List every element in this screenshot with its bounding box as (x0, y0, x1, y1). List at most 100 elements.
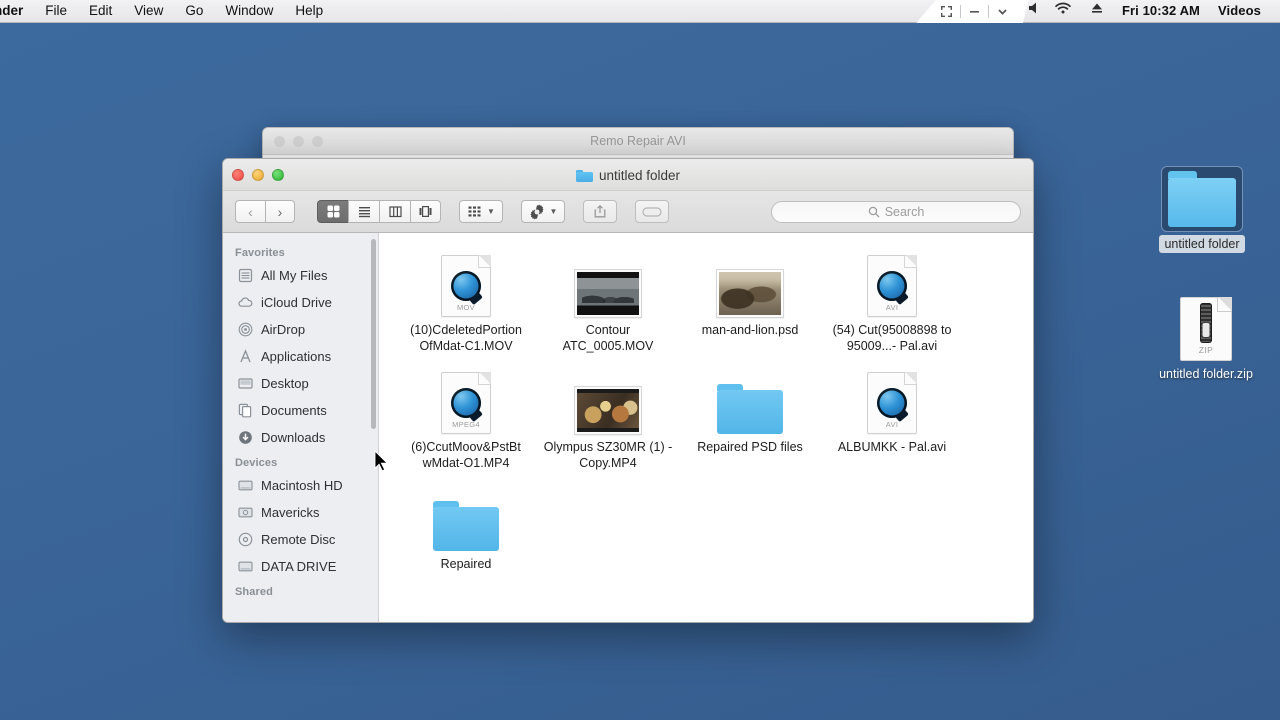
menu-item-window[interactable]: Window (214, 0, 284, 22)
file-label: Repaired PSD files (697, 440, 803, 454)
sidebar-section-devices: Devices (235, 457, 278, 469)
sidebar-item-remote-disc[interactable]: Remote Disc (223, 526, 378, 553)
minimize-icon[interactable] (961, 5, 988, 18)
desktop[interactable]: nder File Edit View Go Window Help (0, 0, 1280, 720)
sidebar-item-icloud-drive[interactable]: iCloud Drive (223, 289, 378, 316)
tag-button[interactable] (635, 200, 669, 223)
eject-icon[interactable] (1081, 0, 1113, 22)
file-item[interactable]: MPEG4 (6)CcutMoov&PstBt wMdat-O1.MP4 (395, 364, 537, 471)
menu-item-edit[interactable]: Edit (78, 0, 123, 22)
sidebar-item-label: Documents (261, 403, 327, 418)
forward-button[interactable]: › (265, 200, 295, 223)
chevron-down-icon: ▼ (549, 206, 558, 216)
file-type-badge: MOV (457, 303, 475, 312)
playback-overlay-widget[interactable] (933, 0, 1016, 23)
desktop-icon (237, 375, 254, 392)
sidebar-item-desktop[interactable]: Desktop (223, 370, 378, 397)
chevron-down-icon[interactable] (989, 5, 1016, 18)
list-view-button[interactable] (348, 200, 379, 223)
folder-icon (575, 169, 593, 182)
file-item[interactable]: AVI (54) Cut(95008898 to 95009...- Pal.a… (821, 247, 963, 354)
file-item[interactable]: man-and-lion.psd (679, 247, 821, 354)
menu-bar-user[interactable]: Videos (1209, 0, 1270, 22)
file-item[interactable]: MOV (10)CdeletedPortion OfMdat-C1.MOV (395, 247, 537, 354)
cloud-icon (237, 294, 254, 311)
sidebar-item-mavericks[interactable]: Mavericks (223, 499, 378, 526)
menu-bar-clock[interactable]: Fri 10:32 AM (1113, 0, 1209, 22)
icon-view-button[interactable] (317, 200, 348, 223)
sidebar-item-data-drive[interactable]: DATA DRIVE (223, 553, 378, 580)
hard-drive-icon (237, 477, 254, 494)
menu-item-app[interactable]: nder (0, 0, 34, 22)
file-item[interactable]: Repaired (395, 481, 537, 572)
applications-icon (237, 348, 254, 365)
window-title-text: untitled folder (598, 167, 681, 183)
file-item[interactable]: Repaired PSD files (679, 364, 821, 471)
nav-buttons: ‹ › (235, 200, 295, 223)
desktop-icon-untitled-folder[interactable]: untitled folder (1139, 166, 1265, 253)
airdrop-icon (237, 321, 254, 338)
menu-item-view[interactable]: View (123, 0, 174, 22)
folder-icon (717, 368, 783, 434)
arrange-icon (468, 206, 481, 216)
close-button[interactable] (232, 168, 244, 181)
column-view-button[interactable] (379, 200, 410, 223)
sidebar-item-airdrop[interactable]: AirDrop (223, 316, 378, 343)
wifi-icon[interactable] (1045, 0, 1081, 22)
sidebar-item-applications[interactable]: Applications (223, 343, 378, 370)
file-label: man-and-lion.psd (701, 323, 799, 337)
share-button[interactable] (583, 200, 617, 223)
quicktime-document-icon: MOV (441, 251, 491, 317)
traffic-lights (223, 168, 284, 181)
quicktime-document-icon: AVI (867, 251, 917, 317)
downloads-icon (237, 429, 254, 446)
finder-sidebar[interactable]: Favorites All My Files iCloud Drive AirD… (223, 233, 379, 622)
sidebar-item-label: Desktop (261, 376, 309, 391)
file-label: (54) Cut(95008898 to 95009...- Pal.avi (832, 323, 952, 353)
finder-window[interactable]: untitled folder ‹ › ▼ ▼ Search Favorites… (222, 158, 1034, 623)
finder-titlebar[interactable]: untitled folder (223, 159, 1033, 191)
desktop-icon-label: untitled folder (1159, 235, 1245, 253)
finder-content-area[interactable]: MOV (10)CdeletedPortion OfMdat-C1.MOV Co… (379, 233, 1033, 622)
file-item[interactable]: AVI ALBUMKK - Pal.avi (821, 364, 963, 471)
menu-item-help[interactable]: Help (284, 0, 334, 22)
fullscreen-icon[interactable] (933, 5, 960, 18)
sidebar-item-label: AirDrop (261, 322, 306, 337)
sidebar-scrollbar[interactable] (371, 239, 376, 429)
forward-chevron-icon: › (277, 203, 283, 220)
file-label: ALBUMKK - Pal.avi (837, 440, 947, 454)
window-title: untitled folder (223, 159, 1033, 191)
zip-archive-icon: ZIP (1180, 297, 1232, 361)
search-icon (868, 206, 880, 217)
menu-bar-status-area: Fri 10:32 AM Videos (933, 0, 1280, 23)
sidebar-item-all-my-files[interactable]: All My Files (223, 262, 378, 289)
sidebar-item-downloads[interactable]: Downloads (223, 424, 378, 451)
file-item[interactable]: Olympus SZ30MR (1) - Copy.MP4 (537, 364, 679, 471)
all-my-files-icon (237, 267, 254, 284)
sidebar-item-documents[interactable]: Documents (223, 397, 378, 424)
desktop-icon-label: untitled folder.zip (1159, 367, 1253, 381)
image-thumbnail-icon (717, 251, 783, 317)
coverflow-view-button[interactable] (410, 200, 441, 223)
menu-item-go[interactable]: Go (174, 0, 214, 22)
file-label: (10)CdeletedPortion OfMdat-C1.MOV (410, 323, 522, 353)
view-mode-group (317, 200, 441, 223)
tag-icon (642, 206, 662, 217)
maximize-button[interactable] (272, 168, 284, 181)
sidebar-item-macintosh-hd[interactable]: Macintosh HD (223, 472, 378, 499)
quicktime-document-icon: AVI (867, 368, 917, 434)
minimize-button[interactable] (252, 168, 264, 181)
search-input[interactable]: Search (771, 200, 1021, 223)
back-chevron-icon: ‹ (248, 203, 253, 220)
arrange-button[interactable]: ▼ (459, 200, 503, 223)
sidebar-item-label: iCloud Drive (261, 295, 332, 310)
action-button[interactable]: ▼ (521, 200, 565, 223)
chevron-down-icon: ▼ (487, 206, 495, 216)
desktop-icon-untitled-folder-zip[interactable]: ZIP untitled folder.zip (1143, 297, 1269, 383)
video-thumbnail-icon (575, 368, 641, 434)
back-button[interactable]: ‹ (235, 200, 265, 223)
file-type-badge: AVI (885, 420, 899, 429)
file-label: (6)CcutMoov&PstBt wMdat-O1.MP4 (411, 440, 521, 470)
file-item[interactable]: Contour ATC_0005.MOV (537, 247, 679, 354)
menu-item-file[interactable]: File (34, 0, 78, 22)
